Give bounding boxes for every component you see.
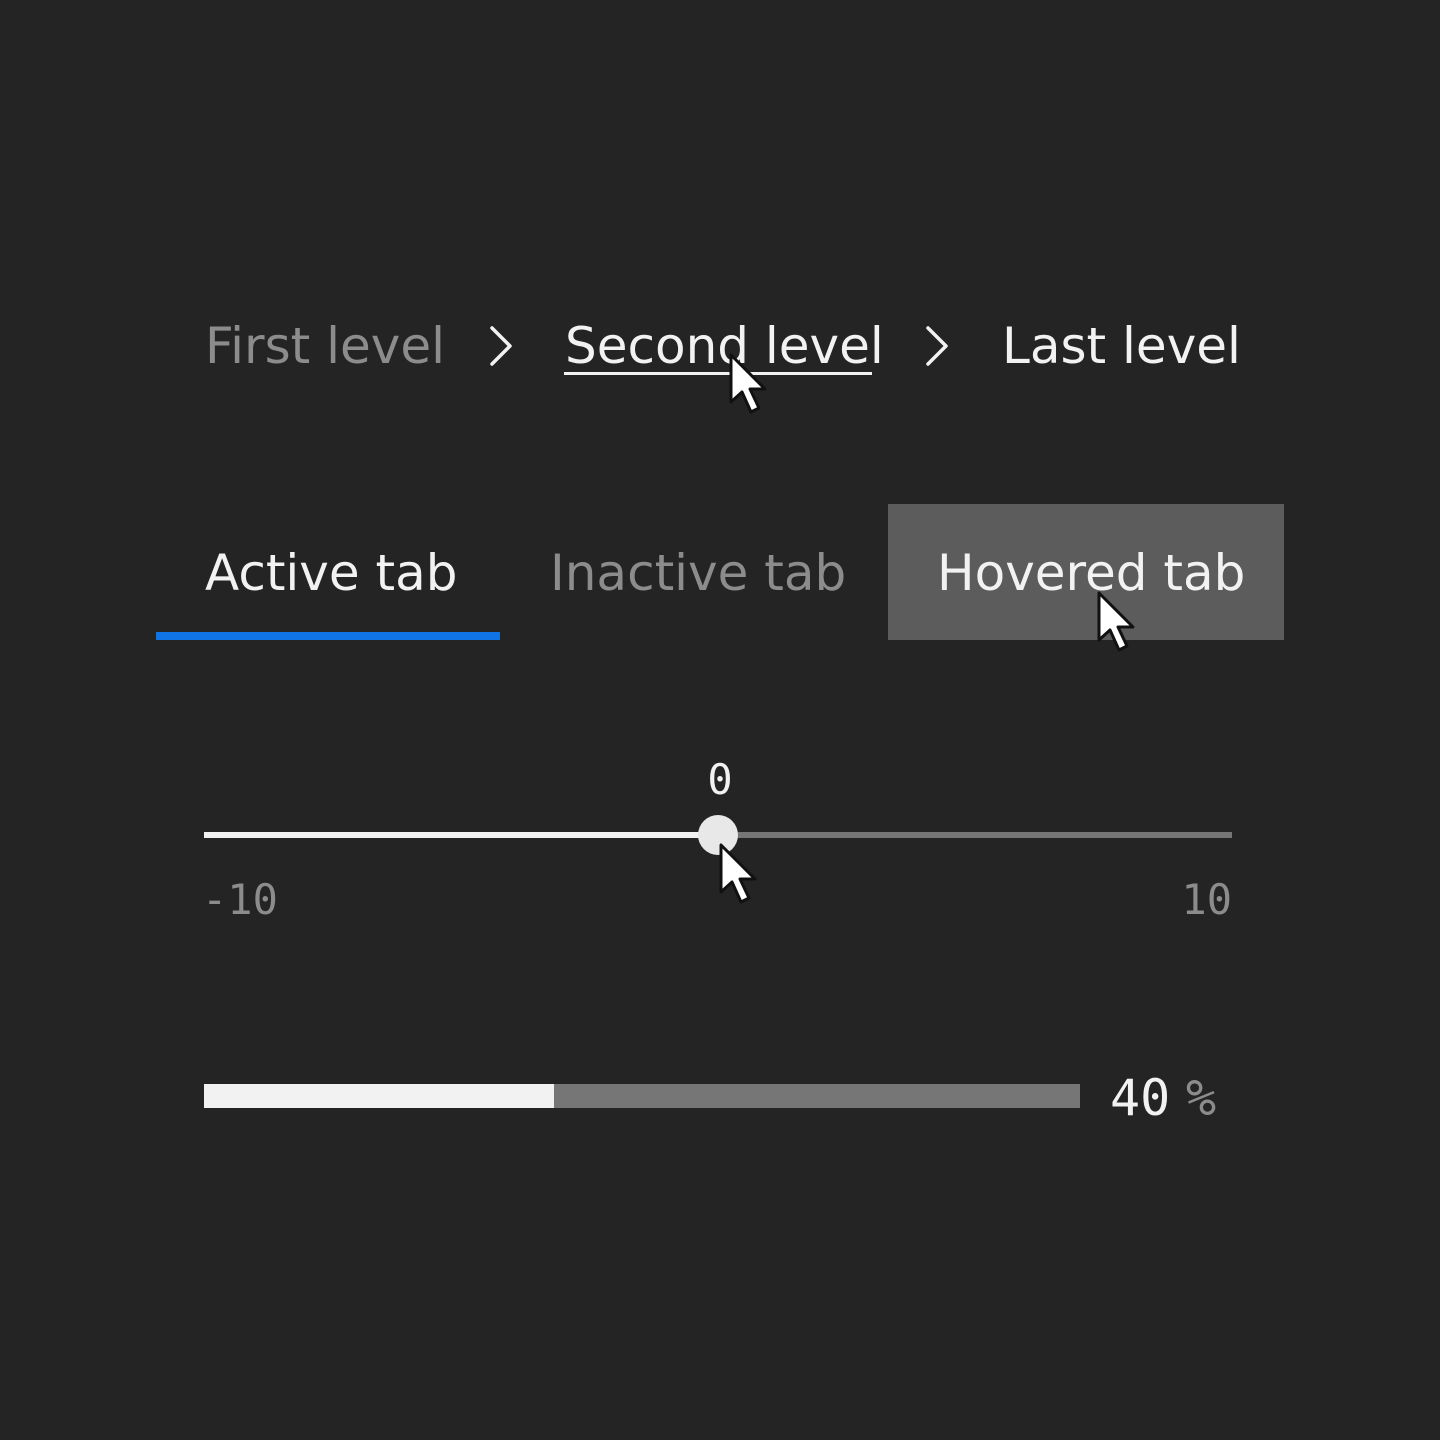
- progress-track: [204, 1084, 1080, 1108]
- slider-handle[interactable]: [698, 815, 738, 855]
- tab-hovered[interactable]: Hovered tab: [937, 543, 1245, 603]
- breadcrumb-hover-underline: [564, 372, 872, 375]
- breadcrumb-item-first-level[interactable]: First level: [205, 316, 445, 376]
- breadcrumb-item-second-level[interactable]: Second level: [565, 316, 884, 376]
- component-showcase: First level Second level Last level Acti…: [0, 0, 1440, 1440]
- slider-value-label: 0: [707, 755, 733, 804]
- breadcrumb-item-last-level: Last level: [1002, 317, 1241, 375]
- progress-fill: [204, 1084, 555, 1108]
- progress-value: 40: [1110, 1069, 1171, 1127]
- slider-min-label: -10: [202, 875, 278, 924]
- slider-fill: [204, 832, 718, 838]
- tab-active[interactable]: Active tab: [205, 543, 458, 603]
- chevron-right-icon: [490, 326, 512, 366]
- active-tab-indicator: [156, 632, 500, 640]
- tab-inactive[interactable]: Inactive tab: [550, 543, 846, 603]
- chevron-right-icon: [926, 326, 948, 366]
- progress-unit: %: [1186, 1069, 1217, 1127]
- slider-max-label: 10: [1181, 875, 1232, 924]
